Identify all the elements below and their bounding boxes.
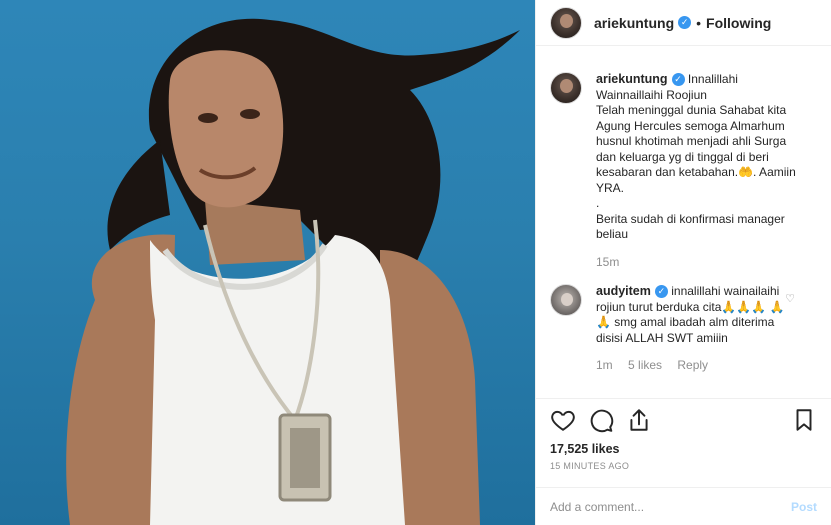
- post-details-panel: ariekuntung ✓ • Following ariekuntung ✓ I…: [535, 0, 831, 525]
- post-comment-button[interactable]: Post: [791, 500, 817, 514]
- caption-text-block: ariekuntung ✓ Innalillahi Wainnaillaihi R…: [596, 72, 796, 270]
- reply-avatar[interactable]: [550, 284, 582, 316]
- reply-likes[interactable]: 5 likes: [628, 358, 662, 372]
- post-photo[interactable]: [0, 0, 535, 525]
- reply-meta: 1m 5 likes Reply: [596, 358, 796, 374]
- add-comment-bar: Post: [536, 487, 831, 525]
- following-button[interactable]: Following: [706, 15, 771, 31]
- post-actions: 17,525 likes 15 MINUTES AGO: [536, 398, 831, 471]
- caption-line-4: Berita sudah di konfirmasi manager belia…: [596, 211, 785, 242]
- separator-dot: •: [696, 14, 702, 31]
- likes-count[interactable]: 17,525 likes: [550, 442, 817, 456]
- comments-list[interactable]: ariekuntung ✓ Innalillahi Wainnaillaihi R…: [536, 58, 831, 388]
- verified-badge-icon: ✓: [678, 16, 692, 29]
- caption-line-2: Telah meninggal dunia Sahabat kita Agung…: [596, 103, 796, 195]
- verified-badge-icon: ✓: [671, 73, 685, 86]
- verified-badge-icon: ✓: [654, 285, 668, 298]
- post-header: ariekuntung ✓ • Following: [536, 0, 831, 46]
- comment-icon[interactable]: [588, 407, 614, 433]
- like-comment-heart-icon[interactable]: ♡: [785, 292, 795, 305]
- caption-avatar[interactable]: [550, 72, 582, 104]
- bookmark-icon[interactable]: [791, 407, 817, 433]
- share-icon[interactable]: [626, 407, 652, 433]
- post-timestamp[interactable]: 15 MINUTES AGO: [550, 461, 817, 471]
- reply-text-block: audyitem ✓ innalillahi wainailaihi rojiun…: [596, 284, 796, 374]
- comment-input[interactable]: [550, 499, 791, 514]
- author-username[interactable]: ariekuntung: [594, 15, 674, 31]
- reply-username[interactable]: audyitem: [596, 284, 651, 298]
- caption-username[interactable]: ariekuntung: [596, 72, 668, 86]
- author-avatar[interactable]: [550, 6, 582, 39]
- reply-comment: audyitem ✓ innalillahi wainailaihi rojiun…: [550, 284, 817, 374]
- caption-line-3: .: [596, 196, 600, 210]
- reply-time[interactable]: 1m: [596, 358, 613, 372]
- action-icons: [550, 407, 817, 433]
- reply-button[interactable]: Reply: [677, 358, 708, 372]
- caption-comment: ariekuntung ✓ Innalillahi Wainnaillaihi R…: [550, 72, 817, 270]
- caption-time[interactable]: 15m: [596, 255, 619, 269]
- photo-illustration: [66, 18, 520, 525]
- heart-icon[interactable]: [550, 407, 576, 433]
- caption-meta: 15m: [596, 255, 796, 271]
